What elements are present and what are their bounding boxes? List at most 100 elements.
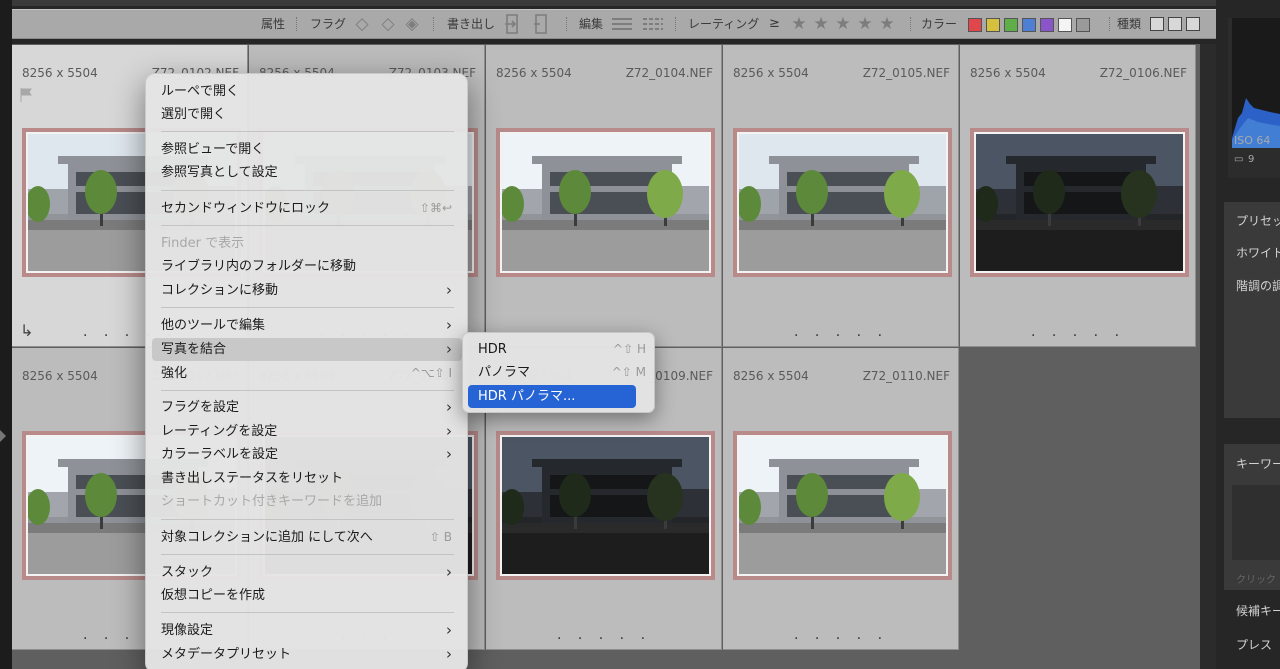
menu-item-lock-to-second-window[interactable]: セカンドウィンドウにロック ⇧⌘↩	[152, 197, 462, 220]
submenu-item-hdr[interactable]: HDR ^⇧ H	[468, 338, 646, 361]
submenu-item-label: HDR パノラマ...	[478, 389, 576, 404]
rating-star-4-icon[interactable]: ★	[854, 13, 876, 35]
histogram-iso: ISO 64	[1234, 134, 1271, 147]
type-master-photo-icon[interactable]	[1150, 17, 1164, 31]
menu-item-label: 他のツールで編集	[161, 318, 266, 333]
menu-item-shortcut: ⇧ B	[429, 530, 452, 544]
chevron-right-icon: ›	[446, 422, 452, 440]
photo-thumbnail-cell[interactable]: 8256 x 5504Z72_0104.NEF. . . . .	[486, 45, 722, 347]
rating-star-1-icon[interactable]: ★	[788, 13, 810, 35]
rating-star-2-icon[interactable]: ★	[810, 13, 832, 35]
menu-item-open-in-loupe[interactable]: ルーペで開く	[152, 80, 462, 103]
menu-item-set-rating[interactable]: レーティングを設定 ›	[152, 420, 462, 443]
keyword-label[interactable]: キーワー	[1236, 455, 1280, 472]
unedited-filter-icon[interactable]	[642, 15, 664, 33]
rating-dots[interactable]: . . . . .	[723, 627, 959, 643]
menu-item-open-in-survey[interactable]: 選別で開く	[152, 103, 462, 126]
color-label-swatch[interactable]	[986, 18, 1000, 32]
type-video-icon[interactable]	[1186, 17, 1200, 31]
rating-dots[interactable]: . . . . .	[960, 324, 1196, 340]
rating-operator[interactable]: ≥	[769, 10, 780, 38]
context-menu: ルーペで開く選別で開く参照ビューで開く参照写真として設定セカンドウィンドウにロッ…	[145, 73, 468, 669]
photo-frame[interactable]	[496, 431, 715, 580]
menu-item-open-in-reference-view[interactable]: 参照ビューで開く	[152, 138, 462, 161]
menu-item-add-to-target-collection-and-next[interactable]: 対象コレクションに追加 にして次へ ⇧ B	[152, 526, 462, 549]
photo-thumbnail-cell[interactable]: 8256 x 5504 Z72_0106.NEF . . . . .	[960, 45, 1196, 347]
submenu-item-panorama[interactable]: パノラマ ^⇧ M	[468, 361, 646, 384]
menu-item-metadata-presets[interactable]: メタデータプリセット ›	[152, 643, 462, 666]
menu-item-edit-in-other-tool[interactable]: 他のツールで編集 ›	[152, 314, 462, 337]
photo-frame[interactable]	[970, 128, 1189, 277]
image-dimensions: 8256 x 5504	[733, 369, 809, 383]
submenu-item-label: HDR	[478, 342, 507, 357]
menu-item-enhance[interactable]: 強化 ^⌥⇧ I	[152, 362, 462, 385]
color-label-swatch[interactable]	[1076, 18, 1090, 32]
right-panel: ISO 64 ▭ 9 プリセッ ホワイト 階調の調 キーワー クリック 候補キー…	[1216, 0, 1280, 669]
menu-item-stack[interactable]: スタック ›	[152, 561, 462, 584]
menu-item-go-to-collection[interactable]: コレクションに移動 ›	[152, 279, 462, 302]
flag-filter-unflagged-icon[interactable]: ◇	[352, 14, 372, 34]
menu-item-label: ライブラリ内のフォルダーに移動	[161, 259, 357, 274]
menu-item-label: 仮想コピーを作成	[161, 588, 266, 603]
color-label-swatch[interactable]	[1004, 18, 1018, 32]
photo-image	[974, 132, 1185, 273]
photo-frame[interactable]	[733, 128, 952, 277]
menu-item-label: 書き出しステータスをリセット	[161, 471, 344, 486]
menu-separator	[161, 554, 454, 555]
divider	[910, 17, 911, 31]
divider	[296, 17, 297, 31]
menu-item-set-color-label[interactable]: カラーラベルを設定 ›	[152, 443, 462, 466]
menu-item-set-flag[interactable]: フラグを設定 ›	[152, 396, 462, 419]
submenu-item-hdr-panorama[interactable]: HDR パノラマ...	[468, 385, 636, 408]
submenu-item-shortcut: ^⇧ M	[611, 365, 646, 379]
photo-image	[737, 435, 948, 576]
menu-item-label: 参照写真として設定	[161, 165, 278, 180]
expand-left-panel-icon[interactable]	[0, 430, 6, 442]
suggested-keywords-label[interactable]: 候補キー	[1236, 602, 1280, 619]
divider	[566, 17, 567, 31]
rating-star-5-icon[interactable]: ★	[876, 13, 898, 35]
edited-filter-icon[interactable]	[611, 15, 633, 33]
flag-filter-rejected-icon[interactable]: ◈	[402, 14, 422, 34]
color-label-swatch[interactable]	[1058, 18, 1072, 32]
menu-separator	[161, 190, 454, 191]
keyword-set-label[interactable]: プレス	[1236, 636, 1272, 653]
chevron-right-icon: ›	[446, 316, 452, 334]
tone-control-label[interactable]: 階調の調	[1236, 277, 1280, 294]
export-label: 書き出し	[447, 17, 496, 31]
menu-item-merge-photos[interactable]: 写真を結合 ›	[152, 338, 462, 361]
chevron-right-icon: ›	[446, 398, 452, 416]
attribute-label: 属性	[261, 17, 286, 31]
white-balance-label[interactable]: ホワイト	[1236, 244, 1280, 261]
photo-thumbnail-cell[interactable]: 8256 x 5504 Z72_0110.NEF . . . . .	[723, 348, 959, 650]
photo-thumbnail-cell[interactable]: 8256 x 5504 Z72_0105.NEF . . . . .	[723, 45, 959, 347]
menu-item-create-virtual-copy[interactable]: 仮想コピーを作成	[152, 584, 462, 607]
rating-dots[interactable]: . . . . .	[723, 324, 959, 340]
flag-icon[interactable]	[20, 87, 32, 102]
keyword-input-area[interactable]	[1232, 485, 1280, 560]
menu-item-label: 強化	[161, 366, 188, 381]
photo-frame[interactable]	[733, 431, 952, 580]
submenu-item-shortcut: ^⇧ H	[613, 342, 646, 356]
image-dimensions: 8256 x 5504	[496, 66, 572, 80]
rotate-arrow-icon[interactable]: ↳	[20, 321, 33, 340]
color-label-swatch[interactable]	[1022, 18, 1036, 32]
saved-preset-label[interactable]: プリセッ	[1236, 212, 1280, 229]
menu-item-label: 現像設定	[161, 623, 214, 638]
color-label-swatch[interactable]	[968, 18, 982, 32]
flag-filter-picked-icon[interactable]: ◇	[378, 14, 398, 34]
rating-star-3-icon[interactable]: ★	[832, 13, 854, 35]
menu-item-set-as-reference-photo[interactable]: 参照写真として設定	[152, 161, 462, 184]
menu-item-reset-export-status[interactable]: 書き出しステータスをリセット	[152, 467, 462, 490]
file-name: Z72_0110.NEF	[862, 369, 950, 383]
type-virtual-copy-icon[interactable]	[1168, 17, 1182, 31]
photo-image	[500, 132, 711, 273]
color-label-swatch[interactable]	[1040, 18, 1054, 32]
export-filter-done-icon[interactable]	[502, 13, 524, 35]
menu-item-develop-settings[interactable]: 現像設定 ›	[152, 619, 462, 642]
menu-item-label: ルーペで開く	[161, 84, 240, 99]
export-filter-pending-icon[interactable]	[530, 13, 552, 35]
menu-item-go-to-folder-in-library[interactable]: ライブラリ内のフォルダーに移動	[152, 255, 462, 278]
photo-frame[interactable]	[496, 128, 715, 277]
rating-dots[interactable]: . . . . .	[486, 627, 722, 643]
